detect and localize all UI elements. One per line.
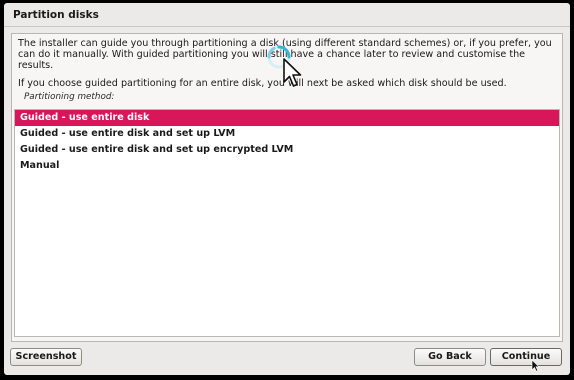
partitioning-method-label: Partitioning method: xyxy=(24,92,115,102)
option-manual[interactable]: Manual xyxy=(15,158,559,174)
title-bar: Partition disks xyxy=(4,3,570,27)
window-title: Partition disks xyxy=(13,9,99,21)
option-guided-lvm[interactable]: Guided - use entire disk and set up LVM xyxy=(15,126,559,142)
option-guided-encrypted-lvm[interactable]: Guided - use entire disk and set up encr… xyxy=(15,142,559,158)
screenshot-button[interactable]: Screenshot xyxy=(10,348,82,366)
option-guided-entire-disk[interactable]: Guided - use entire disk xyxy=(15,110,559,126)
go-back-button[interactable]: Go Back xyxy=(414,348,486,366)
mouse-pointer-icon xyxy=(283,58,302,87)
continue-button[interactable]: Continue xyxy=(490,348,562,366)
small-pointer-icon xyxy=(531,359,540,372)
partitioning-method-list[interactable]: Guided - use entire disk Guided - use en… xyxy=(14,109,560,337)
